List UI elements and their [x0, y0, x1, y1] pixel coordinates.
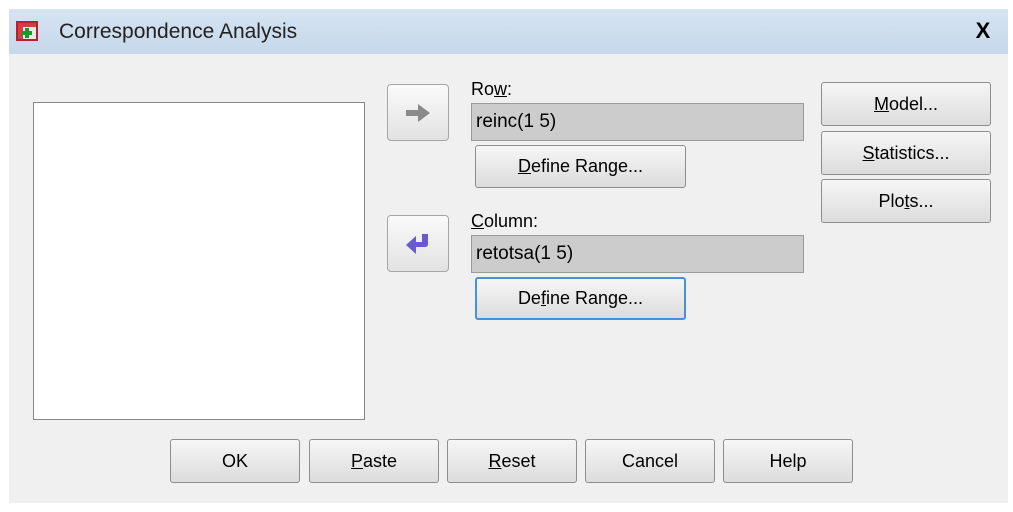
model-key: M: [873, 93, 889, 114]
close-icon[interactable]: X: [971, 19, 995, 43]
cancel-pre: Cancel: [621, 450, 679, 471]
plots-pre: Plo: [878, 190, 905, 211]
title-bar: Correspondence Analysis X: [9, 9, 1008, 54]
statistics-button[interactable]: Statistics...: [821, 131, 991, 175]
move-from-column-button[interactable]: [387, 215, 449, 272]
arrow-left-icon: [406, 233, 428, 254]
paste-button[interactable]: Paste: [309, 439, 439, 483]
column-variable-field[interactable]: retotsa(1 5): [471, 235, 804, 273]
column-define-range-pre: De: [517, 288, 541, 308]
column-label: Column:: [471, 211, 538, 232]
move-to-row-button[interactable]: [387, 84, 449, 141]
column-label-key: C: [471, 211, 484, 231]
arrow-right-icon: [406, 103, 430, 122]
row-label-pre: Ro: [471, 79, 495, 99]
row-define-range-key: D: [517, 156, 531, 176]
column-label-post: olumn:: [484, 211, 539, 231]
statistics-post: tatistics...: [874, 142, 950, 163]
row-label-key: w: [494, 79, 508, 99]
paste-post: aste: [362, 450, 398, 471]
row-define-range-post: efine Range...: [530, 156, 644, 176]
help-pre: Help: [769, 450, 807, 471]
source-variable-list[interactable]: [33, 102, 365, 420]
reset-key: R: [488, 450, 502, 471]
reset-button[interactable]: Reset: [447, 439, 577, 483]
row-variable-field[interactable]: reinc(1 5): [471, 103, 804, 141]
plots-post: s...: [909, 190, 934, 211]
model-button[interactable]: Model...: [821, 82, 991, 126]
window-title: Correspondence Analysis: [59, 20, 298, 43]
correspondence-analysis-dialog: Correspondence Analysis X Row: reinc(1 5…: [9, 9, 1008, 503]
paste-key: P: [350, 450, 363, 471]
reset-post: eset: [501, 450, 536, 471]
ok-pre: OK: [221, 450, 248, 471]
ok-button[interactable]: OK: [170, 439, 300, 483]
plots-button[interactable]: Plo t s...: [821, 179, 991, 223]
statistics-key: S: [862, 142, 875, 163]
column-define-range-post: ine Range...: [545, 288, 644, 308]
cancel-button[interactable]: Cancel: [585, 439, 715, 483]
model-post: odel...: [888, 93, 939, 114]
table-grid-icon: [16, 21, 38, 41]
row-label-post: :: [507, 79, 513, 99]
column-define-range-button[interactable]: De f ine Range...: [475, 277, 686, 320]
row-label: Row:: [471, 79, 512, 100]
help-button[interactable]: Help: [723, 439, 853, 483]
row-define-range-button[interactable]: Define Range...: [475, 145, 686, 188]
